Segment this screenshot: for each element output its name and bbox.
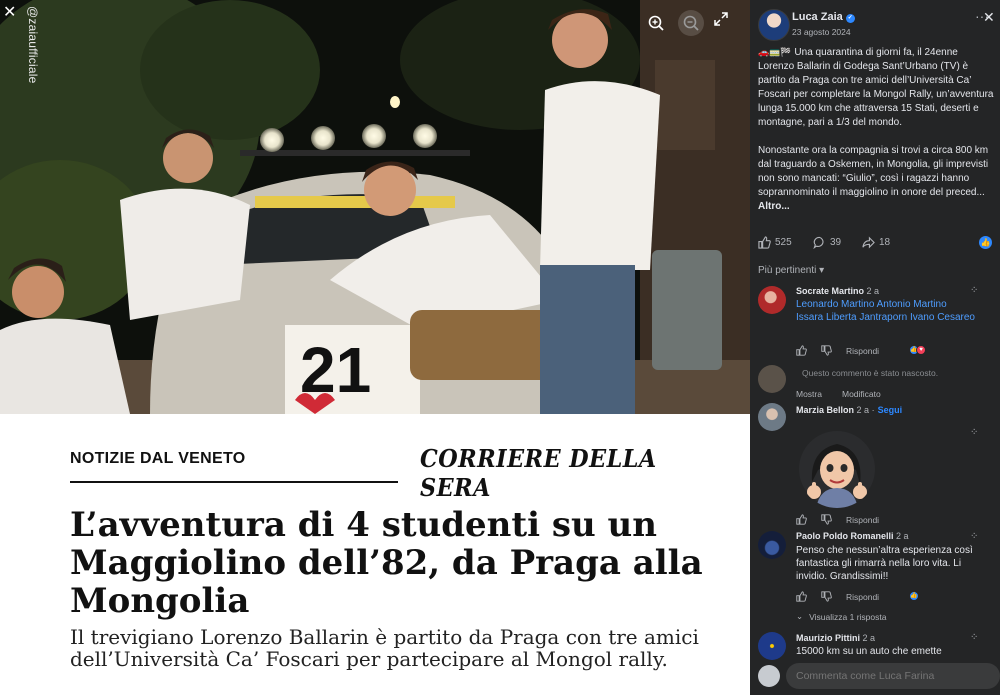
post-engagement-bar: 525 39 18 👍 [758,236,998,254]
article-summary: Il trevigiano Lorenzo Ballarin è partito… [70,625,699,671]
like-count-label: 525 [775,237,792,248]
comment-reactions[interactable]: 👍 [909,591,919,601]
view-replies-link[interactable]: ⌄ Visualizza 1 risposta [796,611,886,622]
comment-author-label[interactable]: Paolo Poldo Romanelli [796,531,894,541]
svg-text:21: 21 [300,334,371,406]
comment-options-icon[interactable]: ⁘ [970,427,978,438]
fullscreen-icon [714,12,728,26]
news-section-label: NOTIZIE DAL VENETO [70,450,246,467]
comment-text: Penso che nessun’altra esperienza così f… [796,545,973,582]
comment-actions: Rispondi [796,345,879,356]
comment-author-label[interactable]: Marzia Bellon [796,405,854,415]
comment-avatar[interactable] [758,403,786,431]
sticker-thumbs-up[interactable] [798,430,876,508]
dislike-icon[interactable] [821,591,832,602]
comment-actions: Rispondi [796,514,879,525]
section-divider [70,481,398,483]
panel-close-button[interactable]: ✕ [983,9,995,26]
zoom-in-button[interactable] [643,10,669,36]
comment-author[interactable]: Paolo Poldo Romanelli 2 a [796,531,909,541]
comment-author-label[interactable]: Maurizio Pittini [796,633,860,643]
zoom-out-icon [683,15,699,31]
comment-time[interactable]: 2 a [867,286,880,296]
chevron-down-icon: ▾ [819,265,825,276]
comment-icon [813,236,824,249]
article-card: NOTIZIE DAL VENETO CORRIERE DELLA SERA L… [0,414,750,695]
media-viewer: 21 ✕ @zaiaufficiale NOTIZIE DAL VENETO C… [0,0,750,695]
sticker-image [799,431,875,508]
comment-author-label[interactable]: Socrate Martino [796,286,864,296]
reply-button[interactable]: Rispondi [846,592,879,602]
share-count[interactable]: 18 [862,236,890,249]
comment-composer [758,663,1000,689]
love-reaction-icon: ♥ [916,345,926,355]
comment-reactions[interactable]: 👍 ♥ [909,345,926,355]
post-date[interactable]: 23 agosto 2024 [792,27,851,37]
hidden-comment-actions: Mostra Modificato [796,389,881,399]
comments-sort-label: Più pertinenti [758,265,817,276]
comment-author[interactable]: Socrate Martino 2 a [796,286,879,296]
watermark: @zaiaufficiale [26,6,40,84]
reply-chevron-icon: ⌄ [796,611,804,621]
zoom-out-button[interactable] [678,10,704,36]
comment-author[interactable]: Marzia Bellon 2 a · Segui [796,405,902,415]
comment-time[interactable]: 2 a [863,633,876,643]
comment-text: 15000 km su un auto che emette [796,646,942,657]
comment-avatar[interactable] [758,632,786,660]
comment-options-icon[interactable]: ⁘ [970,632,978,643]
share-count-label: 18 [879,237,891,248]
comment-actions: Rispondi [796,591,879,602]
comment-time[interactable]: 2 a [896,531,909,541]
comment-time[interactable]: 2 a [857,405,870,415]
article-headline: L’avventura di 4 studenti su un Maggioli… [70,505,703,621]
like-icon[interactable] [796,514,807,525]
verified-badge-icon: ✓ [845,14,855,23]
dislike-icon[interactable] [821,514,832,525]
comment-options-icon[interactable]: ⁘ [970,531,978,542]
like-reaction-icon: 👍 [909,591,919,601]
reply-button[interactable]: Rispondi [846,346,879,356]
follow-button[interactable]: Segui [878,405,903,415]
comment-count[interactable]: 39 [813,236,841,249]
photo-scene: 21 [0,0,750,414]
comments-sort-dropdown[interactable]: Più pertinenti ▾ [758,265,824,276]
facebook-photo-viewer: 21 ✕ @zaiaufficiale NOTIZIE DAL VENETO C… [0,0,1000,695]
post-author-name[interactable]: Luca Zaia ✓ [792,11,855,23]
fullscreen-button[interactable] [714,12,728,30]
post-author-label[interactable]: Luca Zaia [792,11,843,23]
reply-button[interactable]: Rispondi [846,515,879,525]
reaction-like-badge-icon: 👍 [979,236,992,249]
post-photo[interactable]: 21 ✕ @zaiaufficiale [0,0,750,414]
zoom-in-icon [648,15,664,31]
see-more-link[interactable]: Altro... [758,201,790,212]
like-count[interactable]: 525 [758,236,792,249]
post-text: 🚗🚃🏁 Una quarantina di giorni fa, il 24en… [758,45,994,228]
close-viewer-button[interactable]: ✕ [3,4,17,21]
close-icon: ✕ [3,4,17,21]
comment-author[interactable]: Maurizio Pittini 2 a [796,633,875,643]
like-icon[interactable] [796,591,807,602]
comments-panel: Luca Zaia ✓ 23 agosto 2024 ··· ✕ 🚗🚃🏁 Una … [750,0,1000,695]
like-icon[interactable] [796,345,807,356]
newspaper-masthead: CORRIERE DELLA SERA [420,444,657,502]
edited-label: Modificato [841,389,881,399]
current-user-avatar[interactable] [758,665,780,687]
dislike-icon[interactable] [821,345,832,356]
comment-options-icon[interactable]: ⁘ [970,285,978,296]
post-paragraph-1: Una quarantina di giorni fa, il 24enne L… [758,47,994,128]
view-replies-label[interactable]: Visualizza 1 risposta [809,612,886,622]
hidden-comment-notice: Questo commento è stato nascosto. [802,368,939,378]
share-icon [862,236,875,249]
like-icon [758,236,771,249]
comment-avatar[interactable] [758,365,786,393]
comment-count-label: 39 [830,237,842,248]
post-author-avatar[interactable] [758,9,790,41]
show-hidden-button[interactable]: Mostra [796,389,822,399]
post-emoji: 🚗🚃🏁 [758,47,792,57]
comment-avatar[interactable] [758,286,786,314]
comment-avatar[interactable] [758,531,786,559]
comment-text[interactable]: Leonardo Martino Antonio Martino Issara … [796,298,976,324]
comment-input[interactable] [786,663,1000,689]
post-paragraph-2: Nonostante ora la compagnia si trovi a c… [758,145,989,198]
